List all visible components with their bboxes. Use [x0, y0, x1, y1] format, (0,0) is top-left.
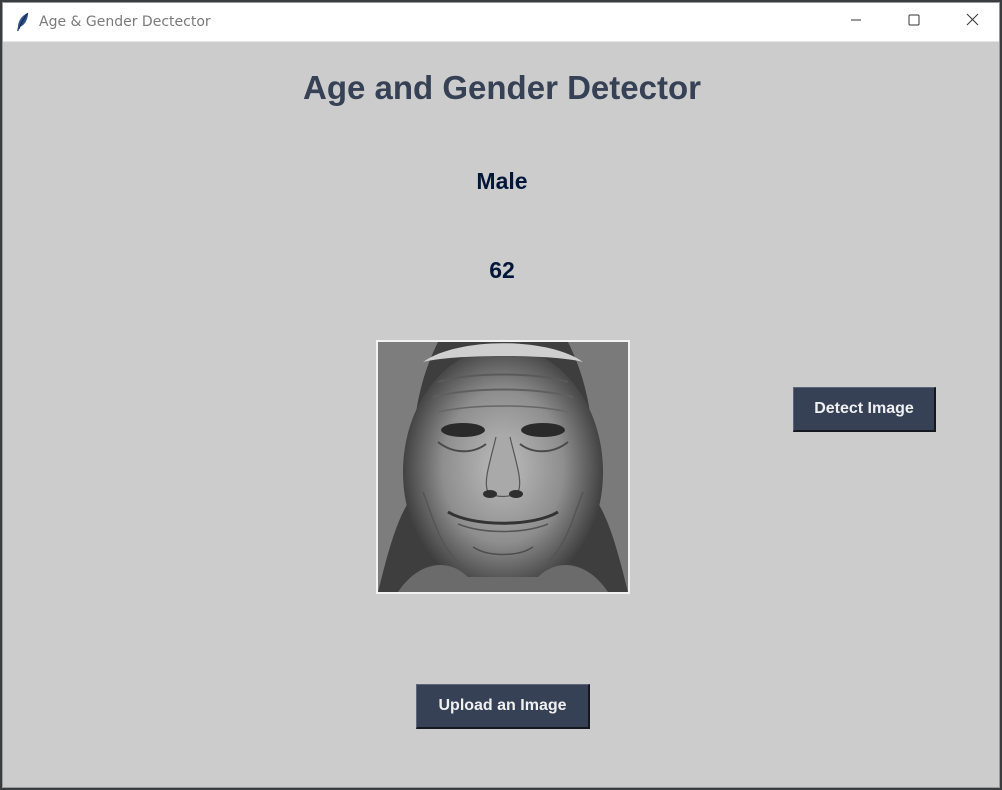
maximize-icon — [908, 13, 920, 31]
minimize-button[interactable] — [833, 3, 879, 41]
gender-result-label: Male — [476, 168, 528, 194]
feather-icon — [15, 12, 31, 32]
app-window: Age & Gender Dectector Age and Gender De… — [2, 2, 1000, 788]
age-result-label: 62 — [489, 257, 515, 283]
detect-image-button[interactable]: Detect Image — [793, 387, 936, 432]
page-title: Age and Gender Detector — [303, 69, 701, 106]
window-title: Age & Gender Dectector — [39, 14, 211, 30]
upload-image-button[interactable]: Upload an Image — [416, 684, 590, 729]
close-icon — [966, 13, 979, 31]
title-bar[interactable]: Age & Gender Dectector — [3, 3, 999, 42]
maximize-button[interactable] — [891, 3, 937, 41]
close-button[interactable] — [949, 3, 995, 41]
uploaded-face-image — [376, 340, 630, 594]
app-content: Age and Gender Detector Male 62 Detect I… — [3, 42, 999, 787]
minimize-icon — [850, 13, 862, 31]
